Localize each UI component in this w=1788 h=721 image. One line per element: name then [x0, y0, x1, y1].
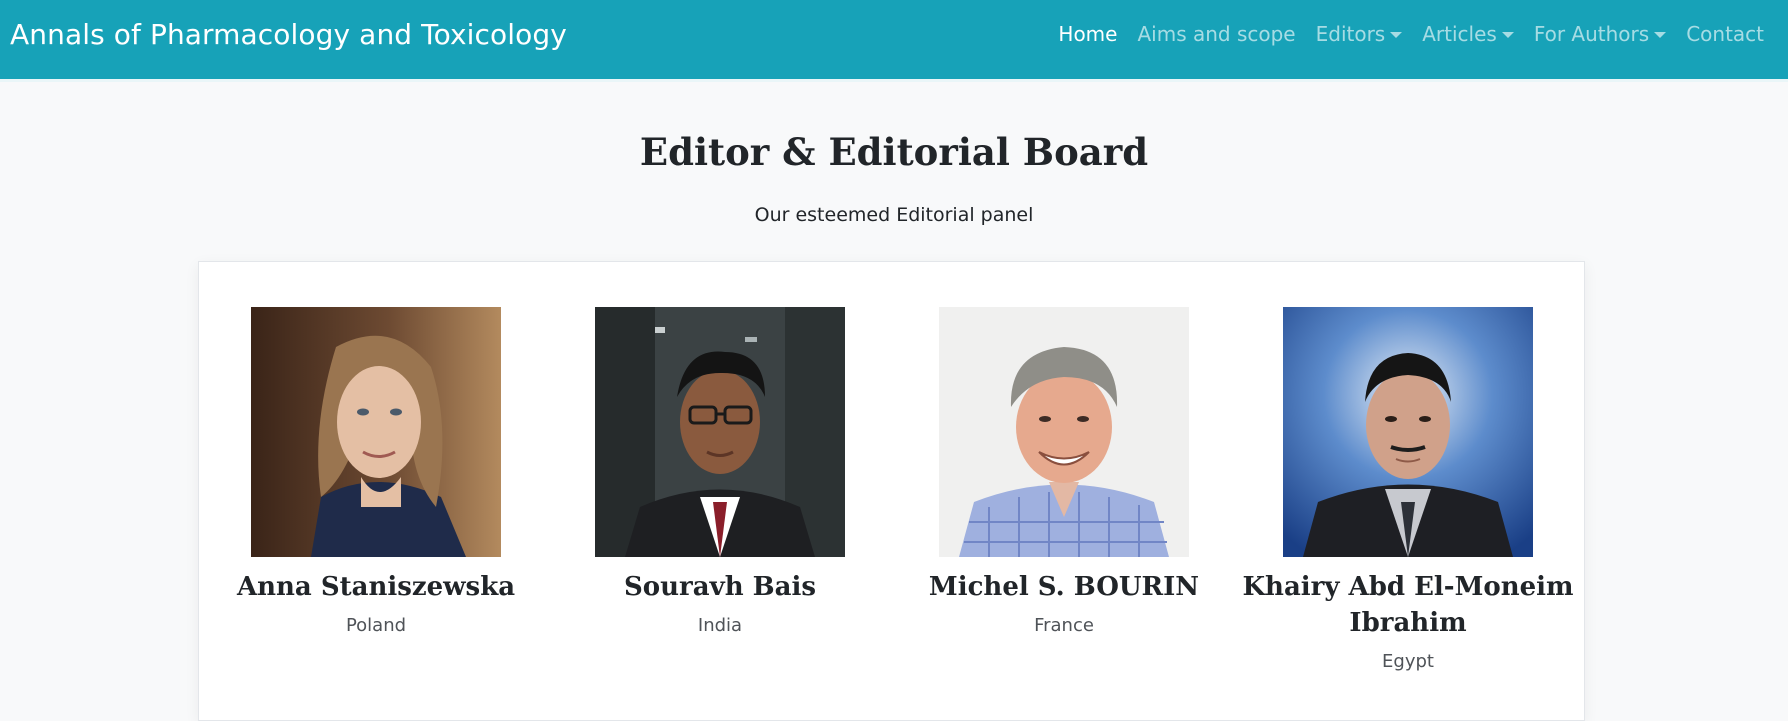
member-card: Anna Staniszewska Poland [204, 307, 548, 636]
member-country: Egypt [1382, 651, 1434, 672]
nav-aims-label: Aims and scope [1137, 22, 1296, 46]
page-title: Editor & Editorial Board [639, 130, 1149, 174]
member-card: Khairy Abd El-Moneim Ibrahim Egypt [1236, 307, 1580, 672]
nav-for-authors-label: For Authors [1533, 22, 1650, 46]
member-card: Michel S. BOURIN France [892, 307, 1236, 636]
nav-contact[interactable]: Contact [1686, 22, 1764, 46]
member-country: India [697, 615, 743, 636]
member-photo [251, 307, 501, 557]
nav-editors-label: Editors [1315, 22, 1386, 46]
chevron-down-icon [1501, 32, 1514, 38]
member-name: Anna Staniszewska [236, 572, 516, 602]
nav-editors-dropdown[interactable]: Editors [1316, 22, 1403, 46]
nav-home-label: Home [1058, 22, 1118, 46]
nav-articles-dropdown[interactable]: Articles [1422, 22, 1514, 46]
member-photo [939, 307, 1189, 557]
member-photo [1283, 307, 1533, 557]
nav-articles-label: Articles [1422, 22, 1497, 46]
navbar: Annals of Pharmacology and Toxicology Ho… [0, 0, 1788, 82]
member-country: France [1034, 615, 1094, 636]
member-name: Michel S. BOURIN [928, 572, 1200, 602]
chevron-down-icon [1390, 32, 1403, 38]
nav-contact-label: Contact [1686, 22, 1764, 46]
member-country: Poland [345, 615, 407, 636]
member-name: Souravh Bais [624, 572, 816, 602]
page-subtitle: Our esteemed Editorial panel [754, 204, 1034, 226]
member-photo [595, 307, 845, 557]
editorial-board-card: Anna Staniszewska Poland Souravh Bais In… [198, 261, 1585, 721]
site-brand[interactable]: Annals of Pharmacology and Toxicology [10, 18, 567, 51]
main-nav: Home Aims and scope Editors Articles For… [1058, 22, 1764, 46]
nav-aims-and-scope[interactable]: Aims and scope [1137, 22, 1295, 46]
member-card: Souravh Bais India [548, 307, 892, 636]
nav-for-authors-dropdown[interactable]: For Authors [1533, 22, 1667, 46]
nav-home[interactable]: Home [1058, 22, 1117, 46]
member-name: Khairy Abd El-Moneim Ibrahim [1242, 572, 1574, 638]
chevron-down-icon [1654, 32, 1667, 38]
